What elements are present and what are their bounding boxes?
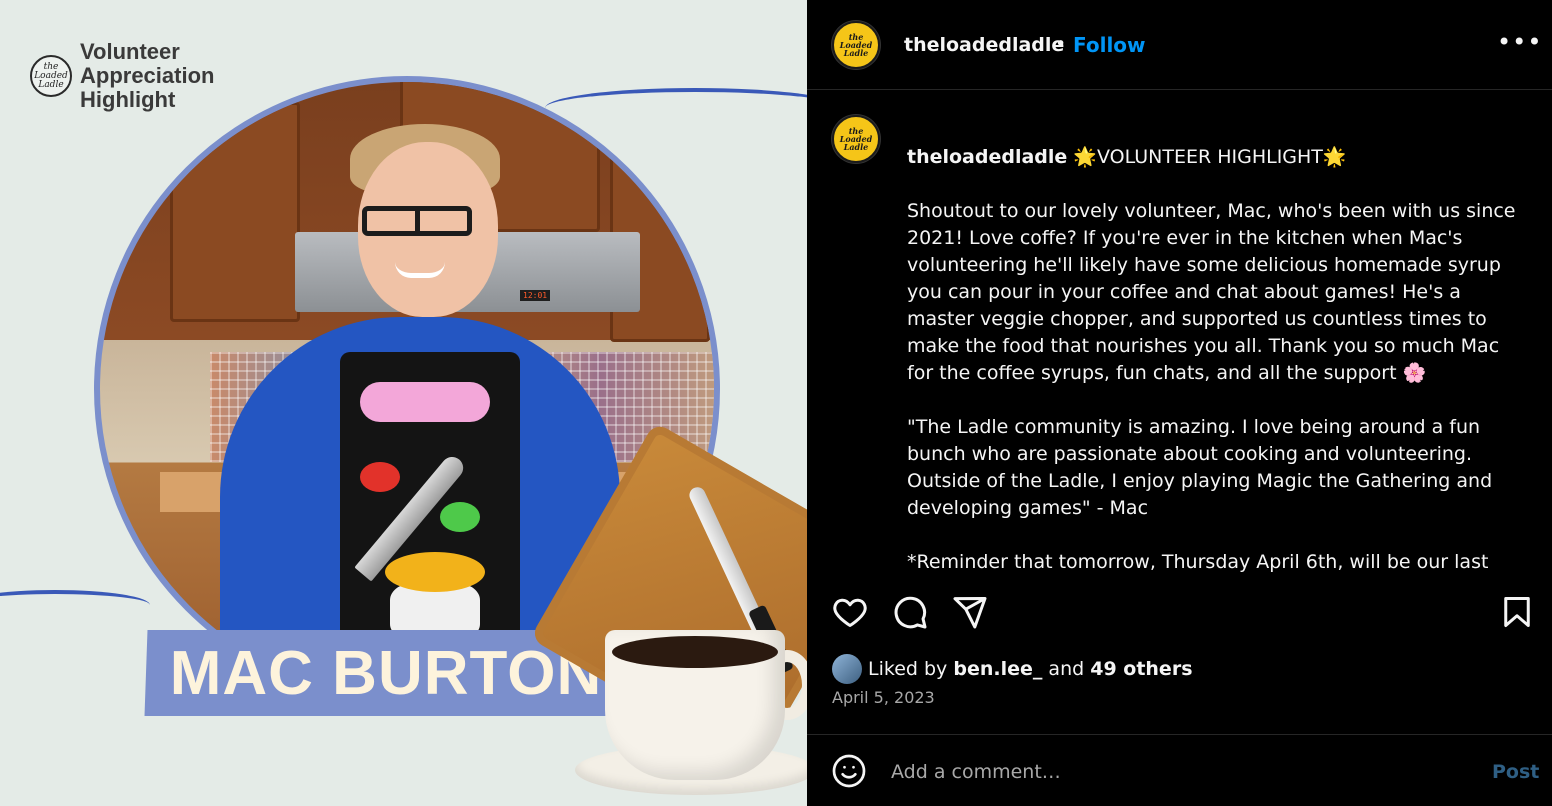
caption-paragraph-1: Shoutout to our lovely volunteer, Mac, w… [907,200,1516,384]
likes-others-link[interactable]: 49 others [1090,658,1192,680]
comment-bar: Post [807,734,1552,806]
post-sidebar: the Loaded Ladle theloadedladle • Follow… [807,0,1552,806]
brand-logo: the Loaded Ladle [30,55,72,97]
post-header: the Loaded Ladle theloadedladle • Follow… [807,0,1552,90]
caption-avatar-text: the Loaded Ladle [839,126,873,152]
liker-username[interactable]: ben.lee_ [953,658,1042,680]
post-comment-button[interactable]: Post [1492,761,1539,783]
send-icon[interactable] [952,594,988,630]
liker-avatar[interactable] [832,654,862,684]
smiley-icon[interactable] [831,753,867,789]
likes-prefix: Liked by [868,658,948,680]
follow-button[interactable]: Follow [1073,33,1146,57]
caption-avatar[interactable]: the Loaded Ladle [832,115,880,163]
author-username[interactable]: theloadedladle [904,34,1064,56]
coffee [612,636,778,668]
bookmark-icon[interactable] [1499,594,1535,630]
decorative-swoosh-left [0,590,150,620]
caption-paragraph-3: *Reminder that tomorrow, Thursday April … [907,551,1489,573]
caption-username[interactable]: theloadedladle [907,146,1067,168]
cabinet-left [170,102,300,322]
likes-summary: Liked by ben.lee_ and 49 others [832,652,1193,686]
hood-display: 12:01 [520,290,551,301]
comment-icon[interactable] [892,594,928,630]
apron-print [360,382,490,422]
post-date[interactable]: April 5, 2023 [832,688,935,707]
more-icon[interactable]: ••• [1497,28,1542,56]
apron-print [440,502,480,532]
apron-print [385,552,485,592]
caption-scroll-area[interactable]: the Loaded Ladle theloadedladle 🌟VOLUNTEE… [807,91,1552,574]
author-avatar-text: the Loaded Ladle [839,32,873,58]
post-caption: theloadedladle 🌟VOLUNTEER HIGHLIGHT🌟 Shou… [907,117,1522,574]
author-avatar[interactable]: the Loaded Ladle [832,21,880,69]
glasses [362,206,472,236]
post-image[interactable]: the Loaded Ladle Volunteer Appreciation … [0,0,807,806]
likes-connector: and [1048,658,1085,680]
action-bar [807,580,1552,644]
heart-icon[interactable] [832,594,868,630]
comment-input[interactable] [891,757,1451,787]
caption-first-line: theloadedladle 🌟VOLUNTEER HIGHLIGHT🌟 [907,117,1522,171]
header-separator: • [1055,33,1067,55]
apron-print [360,462,400,492]
caption-paragraph-2: "The Ladle community is amazing. I love … [907,416,1493,519]
caption-headline: 🌟VOLUNTEER HIGHLIGHT🌟 [1073,146,1347,168]
brand-logo-text: the Loaded Ladle [34,61,68,90]
